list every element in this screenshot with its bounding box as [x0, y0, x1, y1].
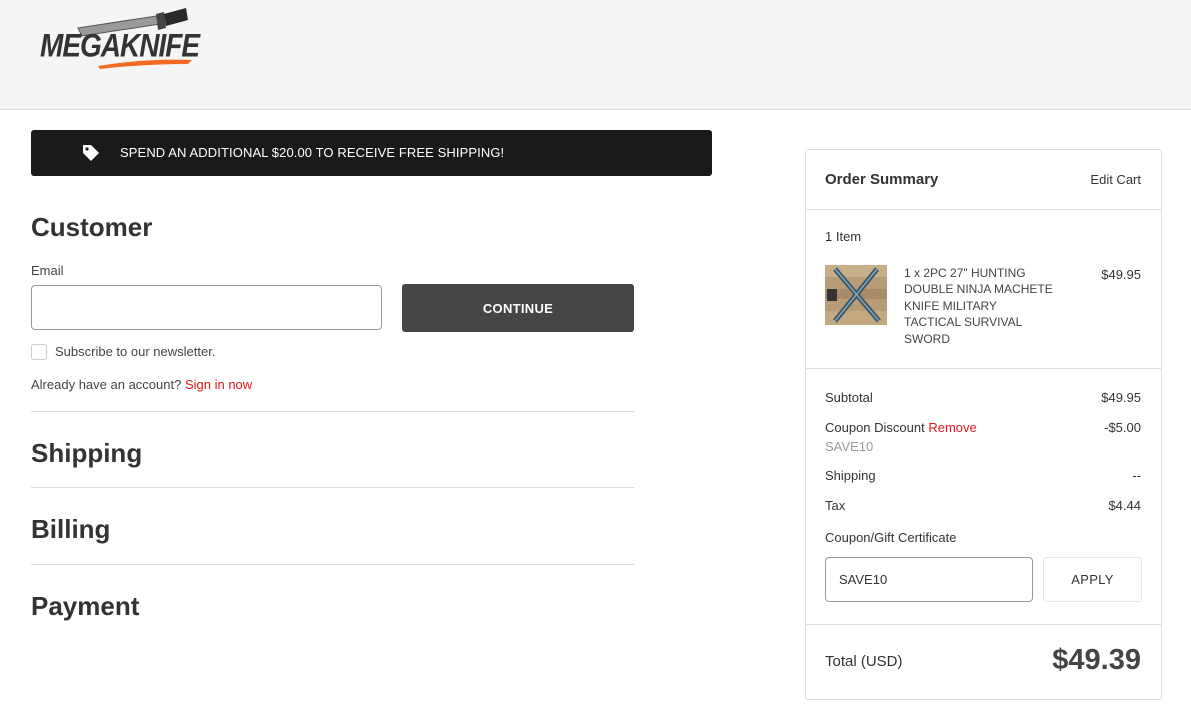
- coupon-discount-label: Coupon Discount Remove: [825, 420, 977, 435]
- customer-heading: Customer: [31, 212, 153, 242]
- tax-value: $4.44: [1108, 498, 1141, 513]
- account-prompt: Already have an account? Sign in now: [31, 377, 252, 392]
- billing-heading: Billing: [31, 514, 111, 544]
- summary-divider: [806, 368, 1161, 369]
- tag-icon: [82, 144, 100, 162]
- subtotal-value: $49.95: [1101, 390, 1141, 405]
- tax-label: Tax: [825, 498, 846, 513]
- gift-certificate-label: Coupon/Gift Certificate: [825, 530, 957, 545]
- product-name-line: TACTICAL SURVIVAL: [904, 315, 1023, 330]
- subtotal-label: Subtotal: [825, 390, 873, 405]
- product-name[interactable]: 1 x 2PC 27" HUNTING DOUBLE NINJA MACHETE…: [904, 265, 1074, 347]
- edit-cart-link[interactable]: Edit Cart: [1090, 172, 1141, 187]
- total-label: Total (USD): [825, 653, 903, 670]
- payment-heading: Payment: [31, 591, 140, 621]
- order-summary-panel: Order Summary Edit Cart 1 Item 1 x 2PC 2…: [805, 149, 1162, 700]
- free-shipping-banner: SPEND AN ADDITIONAL $20.00 TO RECEIVE FR…: [31, 130, 712, 176]
- item-count: 1 Item: [825, 229, 862, 244]
- product-name-line: KNIFE MILITARY: [904, 298, 997, 313]
- summary-divider: [806, 624, 1161, 625]
- megaknife-logo[interactable]: MEGAKNIFE: [38, 6, 200, 70]
- coupon-discount-text: Coupon Discount: [825, 420, 925, 435]
- product-name-line: SWORD: [904, 331, 950, 346]
- applied-coupon-code: SAVE10: [825, 439, 874, 454]
- product-name-line: 1 x 2PC 27" HUNTING: [904, 266, 1026, 280]
- newsletter-checkbox[interactable]: [31, 344, 47, 360]
- account-prompt-text: Already have an account?: [31, 377, 182, 392]
- product-price: $49.95: [1101, 267, 1141, 282]
- shipping-value: --: [1132, 468, 1141, 483]
- coupon-discount-value: -$5.00: [1104, 420, 1141, 435]
- order-summary-title: Order Summary: [825, 171, 939, 188]
- email-label: Email: [31, 263, 64, 278]
- section-divider: [31, 564, 634, 565]
- apply-coupon-button[interactable]: APPLY: [1043, 557, 1142, 602]
- section-divider: [31, 411, 634, 412]
- email-field[interactable]: [31, 285, 382, 330]
- total-value: $49.39: [1052, 644, 1141, 676]
- shipping-label: Shipping: [825, 468, 876, 483]
- remove-coupon-link[interactable]: Remove: [928, 420, 976, 435]
- site-header: MEGAKNIFE: [0, 0, 1191, 110]
- summary-divider: [806, 209, 1161, 210]
- product-name-line: DOUBLE NINJA MACHETE: [904, 282, 1053, 297]
- sign-in-link[interactable]: Sign in now: [185, 377, 252, 392]
- continue-button[interactable]: CONTINUE: [402, 284, 634, 332]
- section-divider: [31, 487, 634, 488]
- product-thumbnail: [825, 265, 887, 325]
- banner-message: SPEND AN ADDITIONAL $20.00 TO RECEIVE FR…: [120, 145, 505, 160]
- shipping-heading: Shipping: [31, 438, 143, 468]
- coupon-code-input[interactable]: [825, 557, 1033, 602]
- newsletter-label[interactable]: Subscribe to our newsletter.: [55, 344, 215, 359]
- logo-wordmark: MEGAKNIFE: [40, 27, 200, 64]
